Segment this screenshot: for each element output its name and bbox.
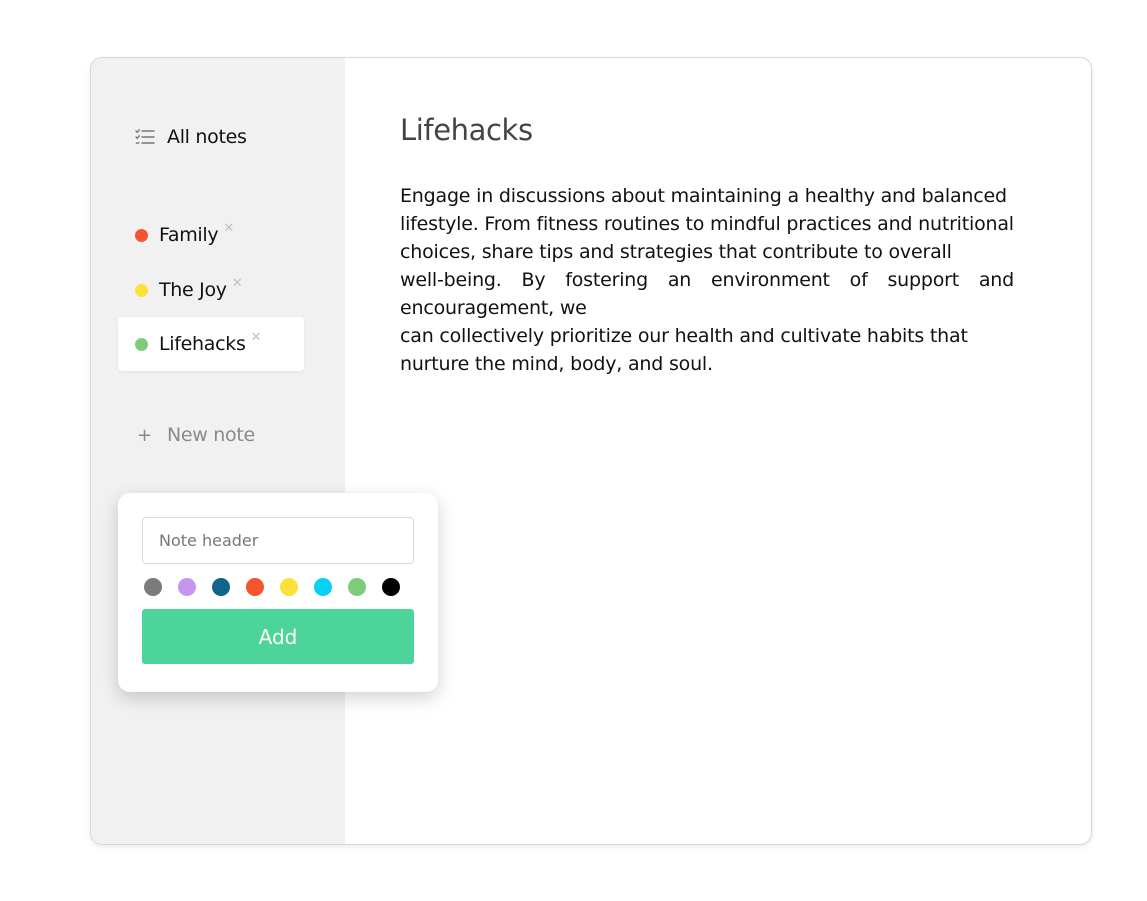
note-item-label: Lifehacks [159, 333, 246, 355]
color-swatch-lavender[interactable] [178, 578, 196, 596]
color-swatch-gray[interactable] [144, 578, 162, 596]
new-note-button[interactable]: + New note [137, 424, 255, 446]
note-item-label: Family [159, 224, 219, 246]
color-swatch-orange[interactable] [246, 578, 264, 596]
note-header-input[interactable] [142, 517, 414, 564]
close-icon[interactable]: ✕ [223, 221, 234, 236]
color-dot [135, 228, 148, 242]
all-notes-label: All notes [167, 126, 247, 148]
color-swatch-teal[interactable] [212, 578, 230, 596]
note-title: Lifehacks [400, 113, 533, 147]
color-swatch-black[interactable] [382, 578, 400, 596]
color-dot [135, 337, 148, 351]
color-swatch-yellow[interactable] [280, 578, 298, 596]
note-content: Lifehacks Engage in discussions about ma… [400, 113, 1014, 378]
color-swatch-green[interactable] [348, 578, 366, 596]
list-icon [135, 128, 155, 146]
plus-icon: + [137, 424, 153, 446]
close-icon[interactable]: ✕ [251, 330, 262, 345]
notes-app-window: All notes Family ✕ The Joy ✕ Lifehacks ✕… [90, 57, 1092, 845]
add-button[interactable]: Add [142, 609, 414, 664]
note-item-label: The Joy [159, 279, 227, 301]
color-dot [135, 283, 148, 297]
sidebar: All notes Family ✕ The Joy ✕ Lifehacks ✕… [91, 58, 345, 844]
all-notes-button[interactable]: All notes [135, 126, 247, 148]
new-note-popup: Add [118, 493, 438, 692]
color-swatch-cyan[interactable] [314, 578, 332, 596]
note-item-family[interactable]: Family ✕ [118, 208, 304, 262]
close-icon[interactable]: ✕ [232, 276, 243, 291]
note-item-lifehacks[interactable]: Lifehacks ✕ [118, 317, 304, 371]
note-body: Engage in discussions about maintaining … [400, 185, 1014, 375]
color-picker [144, 578, 416, 596]
new-note-label: New note [167, 424, 255, 446]
note-item-the-joy[interactable]: The Joy ✕ [118, 263, 304, 317]
